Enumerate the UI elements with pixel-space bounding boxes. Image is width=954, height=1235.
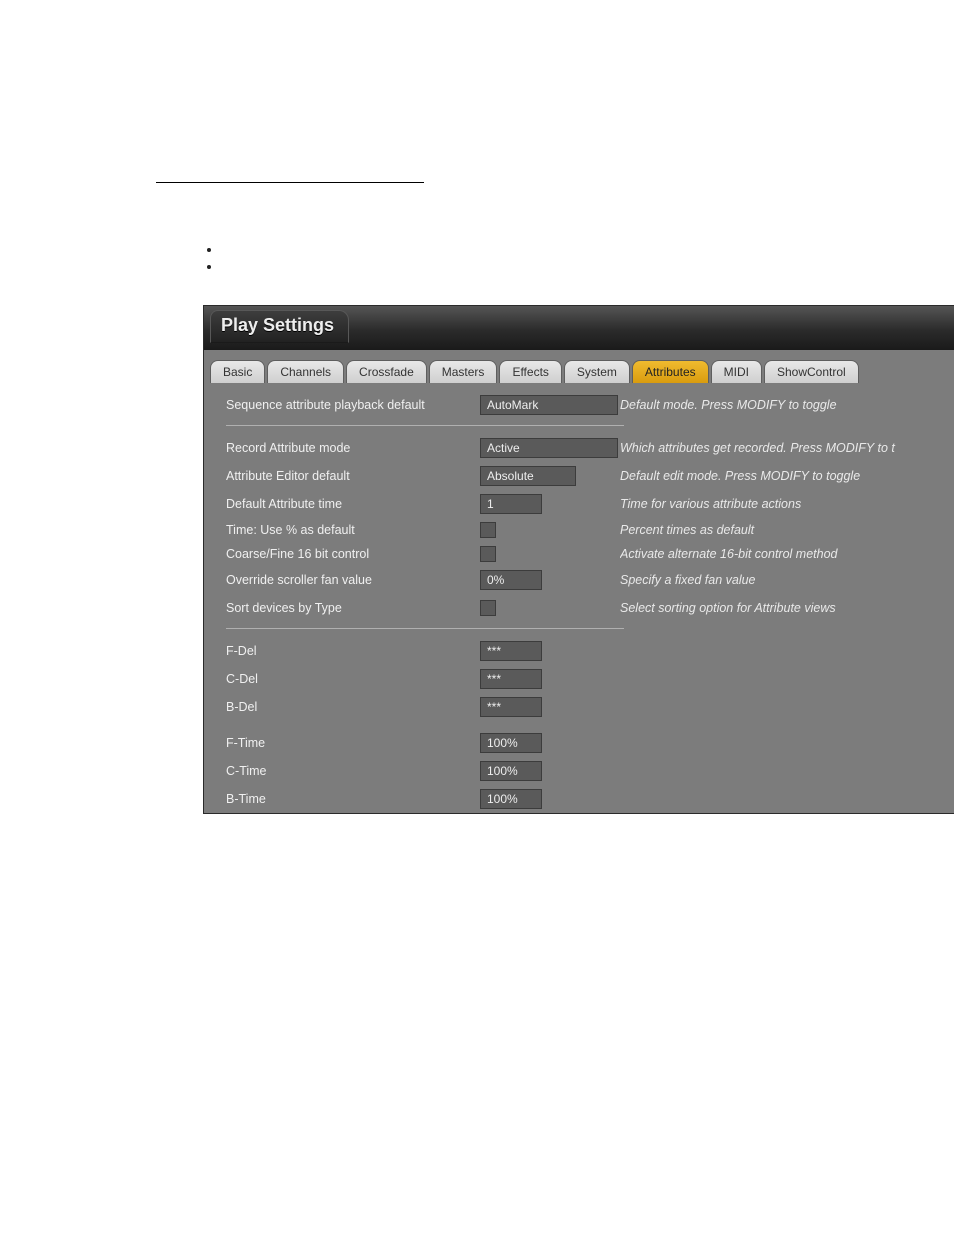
record-mode-label: Record Attribute mode xyxy=(226,441,480,455)
editor-default-label: Attribute Editor default xyxy=(226,469,480,483)
c-del-field[interactable]: *** xyxy=(480,669,542,689)
b-time-field[interactable]: 100% xyxy=(480,789,542,809)
editor-default-dropdown[interactable]: Absolute xyxy=(480,466,576,486)
tab-row: Basic Channels Crossfade Masters Effects… xyxy=(204,350,954,383)
c-time-label: C-Time xyxy=(226,764,480,778)
record-mode-hint: Which attributes get recorded. Press MOD… xyxy=(620,441,937,455)
editor-default-hint: Default edit mode. Press MODIFY to toggl… xyxy=(620,469,937,483)
override-fan-label: Override scroller fan value xyxy=(226,573,480,587)
tab-attributes[interactable]: Attributes xyxy=(632,360,709,383)
default-time-field[interactable]: 1 xyxy=(480,494,542,514)
b-del-field[interactable]: *** xyxy=(480,697,542,717)
tab-basic[interactable]: Basic xyxy=(210,360,265,383)
sort-type-toggle[interactable] xyxy=(480,600,496,616)
override-fan-hint: Specify a fixed fan value xyxy=(620,573,937,587)
sort-type-hint: Select sorting option for Attribute view… xyxy=(620,601,937,615)
window-title: Play Settings xyxy=(210,310,349,343)
attributes-panel: Sequence attribute playback default Auto… xyxy=(204,383,954,814)
coarse-fine-toggle[interactable] xyxy=(480,546,496,562)
tab-masters[interactable]: Masters xyxy=(429,360,498,383)
override-fan-field[interactable]: 0% xyxy=(480,570,542,590)
f-del-label: F-Del xyxy=(226,644,480,658)
use-percent-label: Time: Use % as default xyxy=(226,523,480,537)
default-time-label: Default Attribute time xyxy=(226,497,480,511)
divider xyxy=(226,628,624,629)
default-time-hint: Time for various attribute actions xyxy=(620,497,937,511)
f-del-field[interactable]: *** xyxy=(480,641,542,661)
b-time-label: B-Time xyxy=(226,792,480,806)
c-del-label: C-Del xyxy=(226,672,480,686)
seq-attr-label: Sequence attribute playback default xyxy=(226,398,480,412)
window-titlebar: Play Settings xyxy=(204,306,954,350)
c-time-field[interactable]: 100% xyxy=(480,761,542,781)
tab-effects[interactable]: Effects xyxy=(499,360,561,383)
sort-type-label: Sort devices by Type xyxy=(226,601,480,615)
tab-crossfade[interactable]: Crossfade xyxy=(346,360,427,383)
use-percent-toggle[interactable] xyxy=(480,522,496,538)
seq-attr-dropdown[interactable]: AutoMark xyxy=(480,395,618,415)
coarse-fine-hint: Activate alternate 16-bit control method xyxy=(620,547,937,561)
tab-midi[interactable]: MIDI xyxy=(711,360,762,383)
f-time-label: F-Time xyxy=(226,736,480,750)
bullet-list xyxy=(222,242,226,276)
record-mode-dropdown[interactable]: Active xyxy=(480,438,618,458)
use-percent-hint: Percent times as default xyxy=(620,523,937,537)
b-del-label: B-Del xyxy=(226,700,480,714)
f-time-field[interactable]: 100% xyxy=(480,733,542,753)
list-item xyxy=(222,242,226,257)
seq-attr-hint: Default mode. Press MODIFY to toggle xyxy=(620,398,937,412)
coarse-fine-label: Coarse/Fine 16 bit control xyxy=(226,547,480,561)
tab-system[interactable]: System xyxy=(564,360,630,383)
tab-channels[interactable]: Channels xyxy=(267,360,344,383)
tab-showcontrol[interactable]: ShowControl xyxy=(764,360,859,383)
play-settings-window: Play Settings Basic Channels Crossfade M… xyxy=(203,305,954,814)
list-item xyxy=(222,259,226,274)
divider xyxy=(226,425,624,426)
horizontal-rule xyxy=(156,182,424,183)
